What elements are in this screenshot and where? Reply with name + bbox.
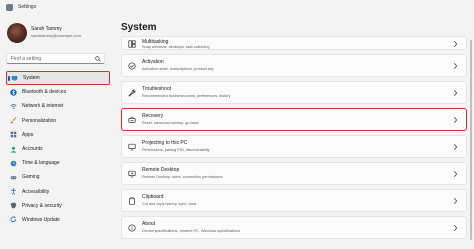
sidebar-item-label: Bluetooth & devices <box>22 89 67 96</box>
sidebar-item-time-language[interactable]: Time & language <box>6 156 110 170</box>
card-projecting[interactable]: Projecting to this PC Permissions, pairi… <box>121 135 467 158</box>
card-activation[interactable]: Activation Activation state, subscriptio… <box>121 54 467 77</box>
sidebar-item-bluetooth[interactable]: Bluetooth & devices <box>6 85 110 99</box>
chevron-right-icon <box>453 62 458 70</box>
remote-desktop-icon <box>128 170 136 178</box>
card-description: Snap windows, desktops, task switching <box>142 45 210 49</box>
card-about[interactable]: About Device specifications, rename PC, … <box>121 216 467 239</box>
sidebar-nav: System Bluetooth & devices Network & int… <box>6 71 110 227</box>
card-recovery[interactable]: Recovery Reset, advanced startup, go bac… <box>121 108 467 131</box>
card-title: About <box>142 221 156 227</box>
clock-globe-icon <box>10 160 17 167</box>
wrench-icon <box>128 89 136 97</box>
search-input[interactable]: Find a setting <box>6 53 105 64</box>
chevron-right-icon <box>453 40 458 48</box>
card-title: Remote Desktop <box>142 167 180 173</box>
settings-app-icon <box>6 4 13 11</box>
shield-icon <box>10 202 17 209</box>
sidebar-item-gaming[interactable]: Gaming <box>6 170 110 184</box>
sidebar-item-label: Windows Update <box>22 216 60 223</box>
person-icon <box>10 146 17 153</box>
chevron-right-icon <box>453 170 458 178</box>
account-name: Sarah Tammy <box>31 26 62 32</box>
chevron-right-icon <box>453 89 458 97</box>
card-description: Remote Desktop users, connection permiss… <box>142 175 223 179</box>
card-title: Recovery <box>142 113 164 119</box>
window-title: Settings <box>18 4 37 10</box>
sidebar-item-label: Accounts <box>22 146 43 153</box>
main-content: System Multitasking Snap windows, deskto… <box>115 16 474 249</box>
sidebar-item-label: Privacy & security <box>22 202 62 209</box>
sidebar-item-personalization[interactable]: Personalization <box>6 114 110 128</box>
multitasking-icon <box>128 40 136 48</box>
chevron-right-icon <box>453 224 458 232</box>
recovery-icon <box>128 116 136 123</box>
card-description: Activation state, subscriptions, product… <box>142 67 214 71</box>
sidebar-item-label: Personalization <box>22 117 57 124</box>
title-bar: Settings <box>0 0 474 16</box>
account-email: sarahtammy@example.com <box>31 33 81 38</box>
card-clipboard[interactable]: Clipboard Cut and copy history, sync, cl… <box>121 189 467 212</box>
page-title: System <box>121 22 157 33</box>
card-title: Activation <box>142 59 164 65</box>
sidebar-item-system[interactable]: System <box>6 71 110 86</box>
card-description: Permissions, pairing PIN, discoverabilit… <box>142 148 210 152</box>
card-description: Device specifications, rename PC, Window… <box>142 229 241 233</box>
sidebar-item-label: Apps <box>22 131 34 138</box>
sidebar: Sarah Tammy sarahtammy@example.com Find … <box>0 16 115 249</box>
card-description: Cut and copy history, sync, clear <box>142 202 197 206</box>
chevron-right-icon <box>453 197 458 205</box>
brush-icon <box>10 117 17 124</box>
check-circle-icon <box>128 62 136 70</box>
sidebar-item-label: System <box>23 75 40 82</box>
search-placeholder: Find a setting <box>11 56 42 62</box>
avatar[interactable] <box>7 23 27 43</box>
card-remote-desktop[interactable]: Remote Desktop Remote Desktop users, con… <box>121 162 467 185</box>
sidebar-item-network[interactable]: Network & internet <box>6 99 110 113</box>
sidebar-item-accounts[interactable]: Accounts <box>6 142 110 156</box>
card-description: Reset, advanced startup, go back <box>142 121 199 125</box>
bluetooth-icon <box>10 89 17 96</box>
sidebar-item-label: Accessibility <box>22 188 50 195</box>
card-troubleshoot[interactable]: Troubleshoot Recommended troubleshooters… <box>121 81 467 104</box>
card-title: Clipboard <box>142 194 164 200</box>
sidebar-item-accessibility[interactable]: Accessibility <box>6 185 110 199</box>
sidebar-item-windows-update[interactable]: Windows Update <box>6 213 110 227</box>
update-icon <box>10 216 17 223</box>
card-title: Troubleshoot <box>142 86 171 92</box>
card-description: Recommended troubleshooters, preferences… <box>142 94 231 98</box>
gamepad-icon <box>10 174 17 181</box>
apps-icon <box>10 131 17 138</box>
info-icon <box>128 224 136 232</box>
chevron-right-icon <box>453 116 458 124</box>
scrollbar[interactable] <box>470 40 472 240</box>
search-icon[interactable] <box>95 56 101 62</box>
sidebar-item-label: Network & internet <box>22 103 64 110</box>
sidebar-item-label: Gaming <box>22 174 40 181</box>
settings-card-list: Multitasking Snap windows, desktops, tas… <box>121 36 467 243</box>
projector-icon <box>128 143 136 151</box>
sidebar-item-apps[interactable]: Apps <box>6 128 110 142</box>
sidebar-item-label: Time & language <box>22 160 60 167</box>
monitor-icon <box>11 75 18 82</box>
wifi-icon <box>10 103 17 110</box>
accessibility-icon <box>10 188 17 195</box>
card-title: Projecting to this PC <box>142 140 188 146</box>
card-multitasking[interactable]: Multitasking Snap windows, desktops, tas… <box>121 36 467 50</box>
sidebar-item-privacy-security[interactable]: Privacy & security <box>6 199 110 213</box>
clipboard-icon <box>129 197 135 205</box>
chevron-right-icon <box>453 143 458 151</box>
